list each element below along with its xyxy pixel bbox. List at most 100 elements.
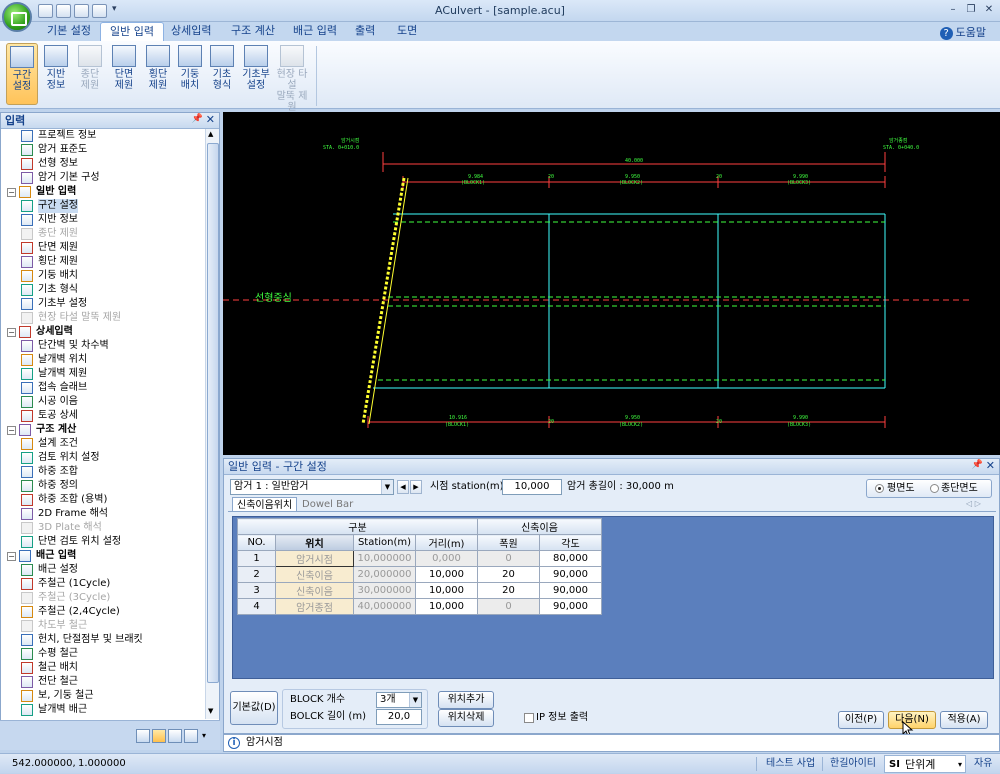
tree-item[interactable]: 주철근 (1Cycle) (21, 577, 201, 591)
collapse-icon[interactable]: − (7, 552, 16, 561)
tree-item[interactable]: 날개벽 위치 (21, 353, 201, 367)
table-row[interactable]: 1 암거시점 10,000000 0,000 0 80,000 (237, 550, 602, 567)
ribbon-button-7[interactable]: 기초부 설정 (240, 43, 272, 105)
close-icon[interactable]: ✕ (982, 4, 996, 17)
add-position-button[interactable]: 위치추가 (438, 691, 494, 709)
tree-item[interactable]: 기둥 배치 (21, 269, 201, 283)
table-cell[interactable]: 80,000 (539, 550, 602, 567)
table-cell[interactable]: 90,000 (539, 598, 602, 615)
tab-basic-settings[interactable]: 기본 설정 (38, 22, 100, 41)
pin-icon[interactable]: 📌 (192, 114, 203, 124)
prev-culvert-button[interactable]: ◀ (397, 480, 409, 494)
tree-item[interactable]: 선형 정보 (21, 157, 201, 171)
minimize-icon[interactable]: – (946, 4, 960, 17)
tree-item[interactable]: 날개벽 제원 (21, 367, 201, 381)
input-view-icon[interactable] (152, 729, 166, 743)
table-cell[interactable]: 암거종점 (275, 598, 354, 615)
table-cell[interactable]: 0,000 (415, 550, 478, 567)
export-icon[interactable] (184, 729, 198, 743)
collapse-icon[interactable]: − (7, 328, 16, 337)
tree-item[interactable]: 구간 설정 (21, 199, 201, 213)
table-cell[interactable]: 90,000 (539, 582, 602, 599)
pdf-icon[interactable] (168, 729, 182, 743)
ribbon-button-3[interactable]: 단면 제원 (108, 43, 140, 105)
table-cell[interactable]: 신축이음 (275, 582, 354, 599)
ribbon-button-0[interactable]: 구간 설정 (6, 43, 38, 105)
table-row[interactable]: 2 신축이음 20,000000 10,000 20 90,000 (237, 566, 602, 583)
tree-item[interactable]: 기초 형식 (21, 283, 201, 297)
tree-item[interactable]: 하중 정의 (21, 479, 201, 493)
ribbon-button-8[interactable]: 현장 타설 말뚝 제원 (276, 43, 308, 113)
table-row[interactable]: 3 신축이음 30,000000 10,000 20 90,000 (237, 582, 602, 599)
tree-item[interactable]: 프로젝트 정보 (21, 129, 201, 143)
help-button[interactable]: ? 도움말 (939, 24, 986, 40)
table-cell[interactable]: 30,000000 (353, 582, 416, 599)
ip-info-checkbox[interactable] (524, 713, 534, 723)
tree-item[interactable]: 헌치, 단절점부 및 브래킷 (21, 633, 201, 647)
prev-button[interactable]: 이전(P) (838, 711, 884, 729)
ribbon-button-4[interactable]: 횡단 제원 (142, 43, 174, 105)
table-cell[interactable]: 신축이음 (275, 566, 354, 583)
unit-select[interactable]: SI 단위계 ▾ (884, 755, 966, 773)
table-cell[interactable]: 10,000000 (353, 550, 416, 567)
collapse-icon[interactable]: − (7, 426, 16, 435)
block-count-select[interactable]: 3개 ▼ (376, 692, 422, 708)
app-menu-button[interactable] (2, 2, 32, 32)
restore-icon[interactable]: ❐ (964, 4, 978, 17)
tree-item[interactable]: 2D Frame 해석 (21, 507, 201, 521)
tree-item[interactable]: 횡단 제원 (21, 255, 201, 269)
tab-output[interactable]: 출력 (346, 22, 384, 41)
toolbar-dropdown-icon[interactable]: ▾ (202, 731, 206, 740)
table-cell[interactable]: 40,000000 (353, 598, 416, 615)
next-culvert-button[interactable]: ▶ (410, 480, 422, 494)
tree-item[interactable]: 배근 설정 (21, 563, 201, 577)
apply-button[interactable]: 적용(A) (940, 711, 988, 729)
plan-view-radio[interactable] (875, 484, 884, 493)
table-cell[interactable]: 20 (477, 582, 540, 599)
ribbon-button-1[interactable]: 지반 정보 (40, 43, 72, 105)
tab-scroll-icon[interactable]: ◁ ▷ (966, 499, 981, 508)
table-cell[interactable]: 20,000000 (353, 566, 416, 583)
tree-item[interactable]: 시공 이음 (21, 395, 201, 409)
table-cell[interactable]: 0 (477, 598, 540, 615)
tree-scrollbar[interactable]: ▲ ▼ (205, 129, 219, 719)
table-cell[interactable]: 90,000 (539, 566, 602, 583)
default-button[interactable]: 기본값(D) (230, 691, 278, 725)
table-cell[interactable]: 10,000 (415, 566, 478, 583)
tree-item[interactable]: 단면 제원 (21, 241, 201, 255)
scroll-down-icon[interactable]: ▼ (208, 707, 213, 715)
ribbon-button-2[interactable]: 종단 제원 (74, 43, 106, 105)
tree-item[interactable]: 기초부 설정 (21, 297, 201, 311)
tree-item[interactable]: 전단 철근 (21, 675, 201, 689)
tree-group[interactable]: − 상세입력 (7, 325, 199, 339)
tree-item[interactable]: 접속 슬래브 (21, 381, 201, 395)
tree-group[interactable]: − 구조 계산 (7, 423, 199, 437)
tree-item[interactable]: 단간벽 및 차수벽 (21, 339, 201, 353)
scrollbar-thumb[interactable] (207, 143, 219, 683)
tree-item[interactable]: 철근 배치 (21, 661, 201, 675)
tree-group[interactable]: − 배근 입력 (7, 549, 199, 563)
block-length-input[interactable]: 20,0 (376, 709, 422, 725)
ribbon-button-5[interactable]: 기둥 배치 (174, 43, 206, 105)
tree-item[interactable]: 주철근 (2,4Cycle) (21, 605, 201, 619)
bottom-pin-icon[interactable]: 📌 (972, 460, 983, 470)
table-cell[interactable]: 10,000 (415, 598, 478, 615)
tab-structural-calc[interactable]: 구조 계산 (222, 22, 284, 41)
drawing-canvas[interactable]: 암거시점 STA. 0+010.0 암거종점 STA. 0+040.0 40.0… (223, 112, 1000, 455)
tree-group[interactable]: − 일반 입력 (7, 185, 199, 199)
tree-item[interactable]: 지반 정보 (21, 213, 201, 227)
table-cell[interactable]: 0 (477, 550, 540, 567)
table-cell[interactable]: 10,000 (415, 582, 478, 599)
tree-view-icon[interactable] (136, 729, 150, 743)
culvert-select[interactable]: 암거 1 : 일반암거 ▼ (230, 479, 394, 495)
collapse-icon[interactable]: − (7, 188, 16, 197)
tree-item[interactable]: 설계 조건 (21, 437, 201, 451)
scroll-up-icon[interactable]: ▲ (208, 130, 213, 138)
tab-dowel-bar[interactable]: Dowel Bar (298, 497, 357, 512)
table-cell[interactable]: 20 (477, 566, 540, 583)
tab-detail-input[interactable]: 상세입력 (162, 22, 220, 41)
panel-close-icon[interactable]: ✕ (206, 113, 215, 126)
tree-item[interactable]: 수평 철근 (21, 647, 201, 661)
tab-general-input[interactable]: 일반 입력 (100, 22, 164, 41)
tree-item[interactable]: 암거 기본 구성 (21, 171, 201, 185)
